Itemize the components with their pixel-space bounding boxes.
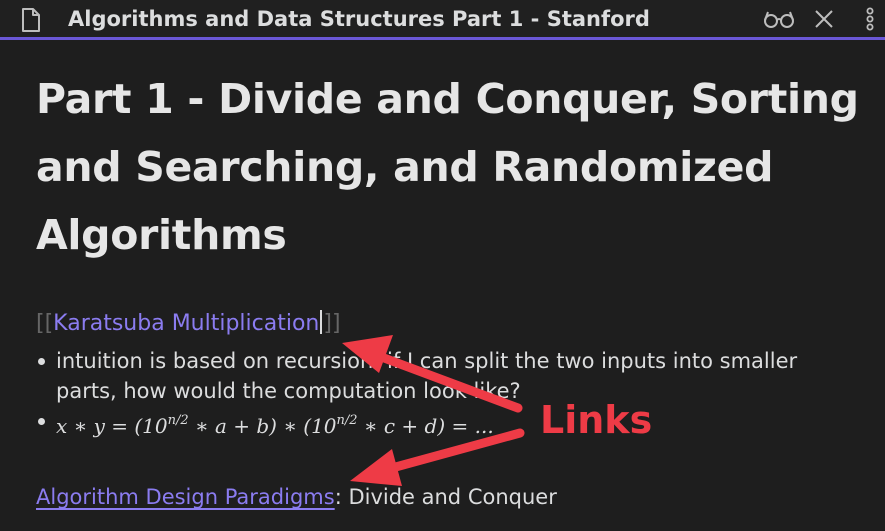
title-bar: Algorithms and Data Structures Part 1 - … <box>0 0 885 40</box>
note-heading: Part 1 - Divide and Conquer, Sorting and… <box>36 75 859 259</box>
wiki-link-close-brackets: ]] <box>323 311 341 336</box>
list-item-formula: x ∗ y = (10n/2 ∗ a + b) ∗ (10n/2 ∗ c + d… <box>36 406 856 441</box>
document-icon <box>22 8 40 32</box>
close-icon[interactable] <box>812 6 836 32</box>
note-content: Part 1 - Divide and Conquer, Sorting and… <box>0 43 885 531</box>
wiki-link-open-brackets: [[ <box>36 311 54 336</box>
annotation-label: Links <box>540 398 653 442</box>
more-options-icon[interactable] <box>862 6 878 32</box>
paradigms-suffix: : Divide and Conquer <box>334 485 557 509</box>
window-title: Algorithms and Data Structures Part 1 - … <box>68 7 650 31</box>
reading-view-icon[interactable] <box>762 6 796 32</box>
paradigms-line: Algorithm Design Paradigms: Divide and C… <box>36 482 557 512</box>
list-item: intuition is based on recursion: if I ca… <box>36 346 856 406</box>
wiki-link-text[interactable]: Karatsuba Multiplication <box>53 311 319 336</box>
bullet-dot <box>38 418 45 425</box>
internal-link-algorithm-design-paradigms[interactable]: Algorithm Design Paradigms <box>36 485 335 509</box>
list-item-text: intuition is based on recursion: if I ca… <box>56 349 798 403</box>
wiki-link-source[interactable]: [[Karatsuba Multiplication]] <box>36 309 341 339</box>
bullet-dot <box>38 358 45 365</box>
bullet-list: intuition is based on recursion: if I ca… <box>36 346 856 441</box>
math-formula: x ∗ y = (10n/2 ∗ a + b) ∗ (10n/2 ∗ c + d… <box>56 413 494 438</box>
